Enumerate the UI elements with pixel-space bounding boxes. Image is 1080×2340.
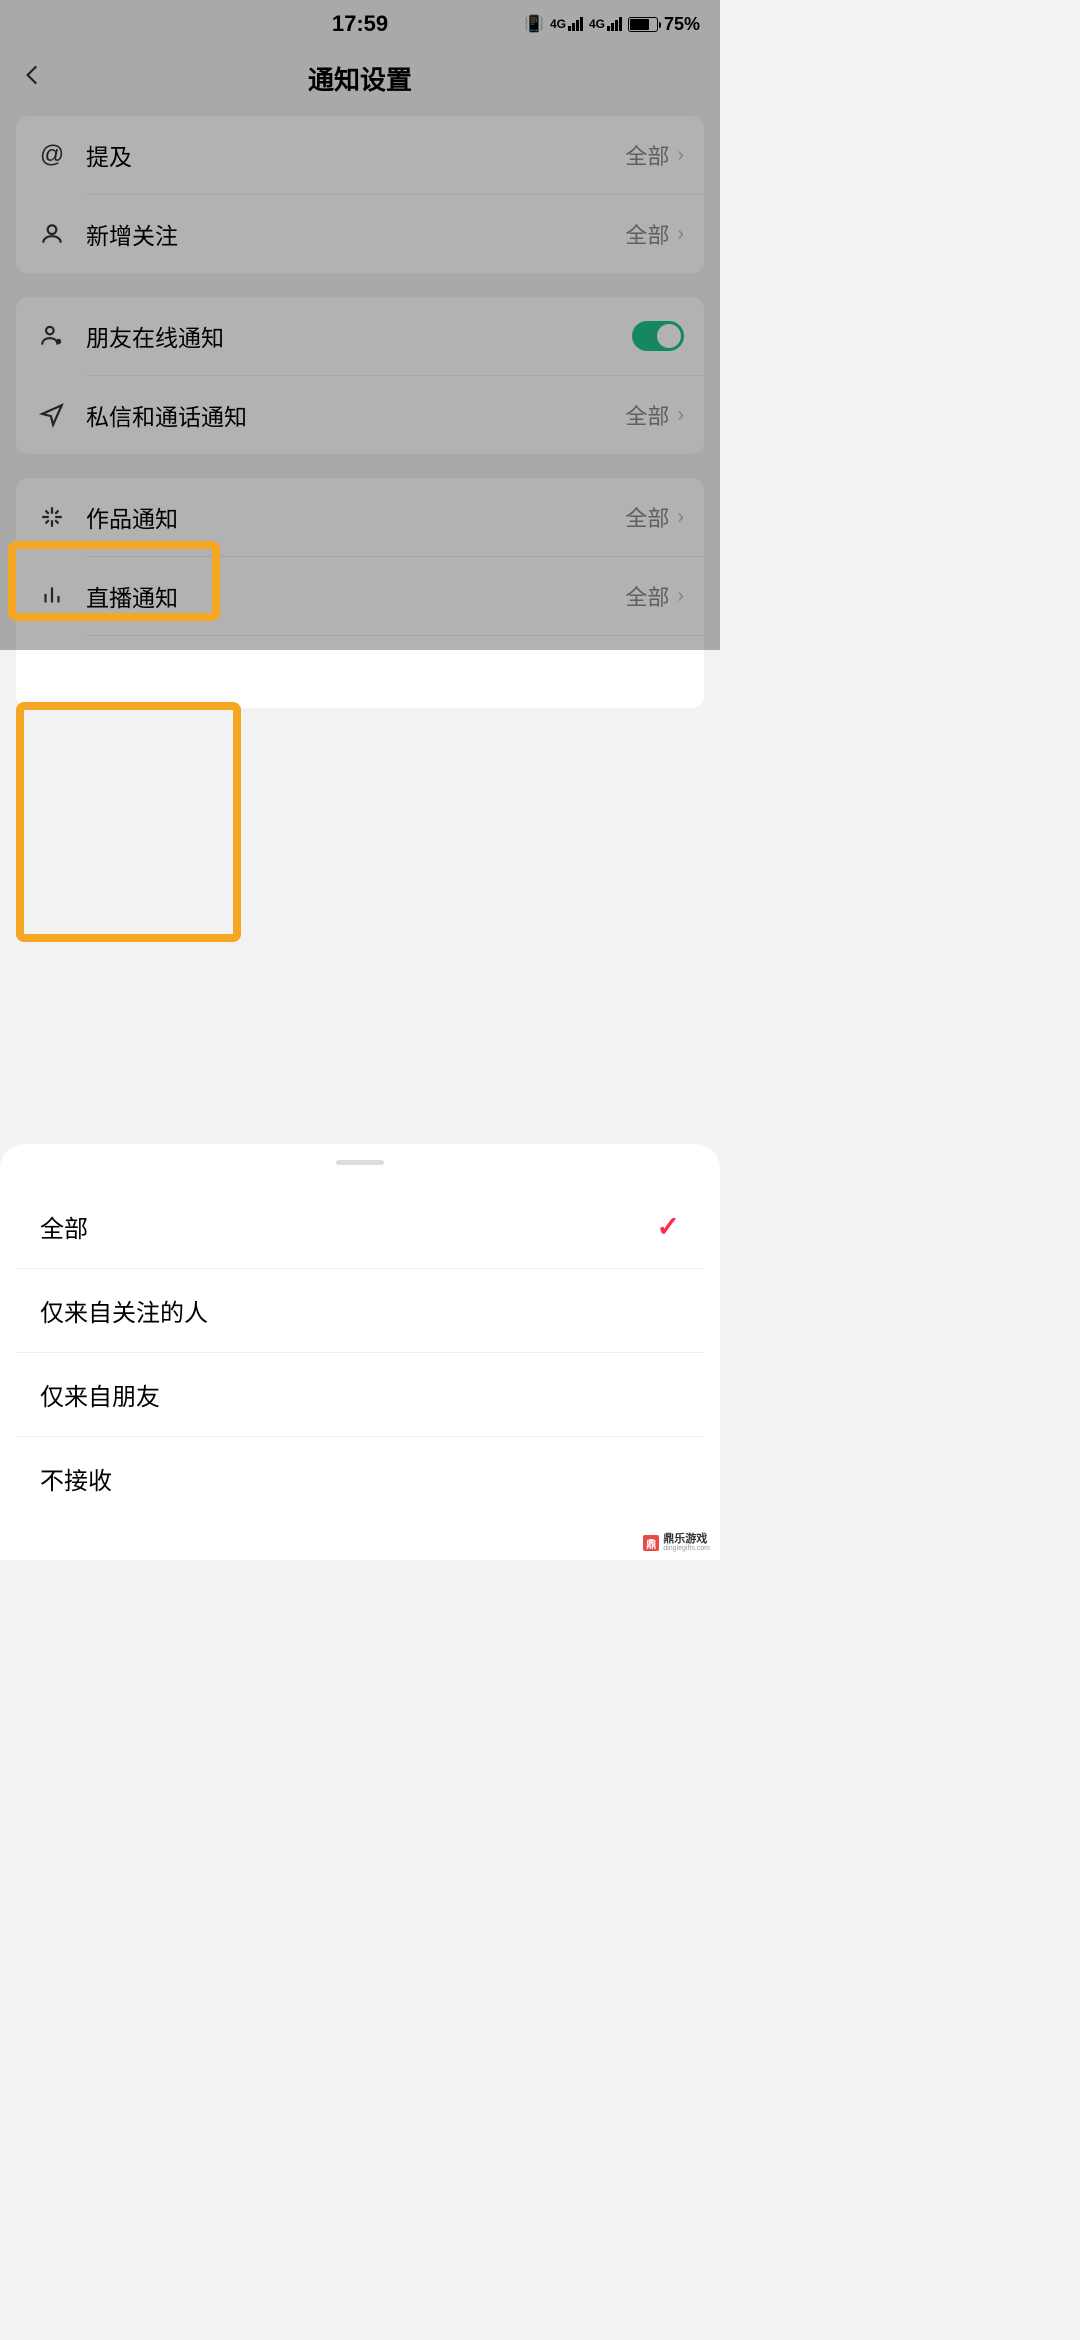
drag-handle[interactable] <box>336 1160 384 1165</box>
back-button[interactable] <box>20 62 46 95</box>
signal-1: 4G <box>550 17 583 31</box>
toggle-friend-online[interactable] <box>632 321 684 351</box>
page-title: 通知设置 <box>20 60 700 97</box>
settings-card-social: 朋友在线通知 私信和通话通知 全部 › <box>16 297 704 454</box>
row-label: 直播通知 <box>86 579 625 613</box>
row-label: 私信和通话通知 <box>86 398 625 432</box>
row-friend-online[interactable]: 朋友在线通知 <box>16 297 704 375</box>
option-none[interactable]: 不接收 <box>16 1437 704 1520</box>
signal-bars-icon <box>568 17 583 31</box>
row-value: 全部 <box>625 580 669 612</box>
chevron-right-icon: › <box>677 506 684 529</box>
option-all[interactable]: 全部 ✓ <box>16 1185 704 1268</box>
row-value: 全部 <box>625 501 669 533</box>
row-value: 全部 <box>625 139 669 171</box>
option-label: 仅来自朋友 <box>40 1377 680 1412</box>
row-value: 全部 <box>625 399 669 431</box>
settings-card-interactions: @ 提及 全部 › 新增关注 全部 › <box>16 116 704 273</box>
status-bar: 17:59 📳 4G 4G 75% <box>0 0 720 48</box>
watermark-url: dinglegifts.com <box>663 1545 710 1552</box>
row-dm-call[interactable]: 私信和通话通知 全部 › <box>16 376 704 454</box>
vibrate-icon: 📳 <box>524 14 544 34</box>
check-icon: ✓ <box>657 1210 680 1243</box>
chevron-right-icon: › <box>677 404 684 427</box>
watermark-name: 鼎乐游戏 <box>663 1534 710 1545</box>
settings-card-content: 作品通知 全部 › 直播通知 全部 › <box>16 478 704 708</box>
option-friends[interactable]: 仅来自朋友 <box>16 1353 704 1436</box>
signal-bars-icon <box>607 17 622 31</box>
option-label: 全部 <box>40 1209 657 1244</box>
watermark-logo-icon: 鼎 <box>643 1535 659 1551</box>
row-works[interactable]: 作品通知 全部 › <box>16 478 704 556</box>
row-live[interactable]: 直播通知 全部 › <box>16 557 704 635</box>
signal-2: 4G <box>589 17 622 31</box>
annotation-highlight-options <box>16 702 241 942</box>
person-icon <box>36 221 68 247</box>
option-followed[interactable]: 仅来自关注的人 <box>16 1269 704 1352</box>
watermark: 鼎 鼎乐游戏 dinglegifts.com <box>639 1532 714 1554</box>
row-label: 新增关注 <box>86 217 625 251</box>
row-label: 朋友在线通知 <box>86 319 632 353</box>
page-header: 通知设置 <box>0 48 720 108</box>
battery-percent: 75% <box>664 14 700 35</box>
person-dot-icon <box>36 323 68 349</box>
chevron-left-icon <box>20 62 46 88</box>
row-value: 全部 <box>625 218 669 250</box>
status-time: 17:59 <box>247 11 474 37</box>
options-list: 全部 ✓ 仅来自关注的人 仅来自朋友 不接收 <box>16 1185 704 1520</box>
row-new-follower[interactable]: 新增关注 全部 › <box>16 195 704 273</box>
option-label: 仅来自关注的人 <box>40 1293 680 1328</box>
row-partial[interactable] <box>16 636 704 708</box>
chevron-right-icon: › <box>677 585 684 608</box>
row-mention[interactable]: @ 提及 全部 › <box>16 116 704 194</box>
chevron-right-icon: › <box>677 144 684 167</box>
row-label: 作品通知 <box>86 500 625 534</box>
options-bottom-sheet: 全部 ✓ 仅来自关注的人 仅来自朋友 不接收 <box>0 1144 720 1560</box>
sparkle-icon <box>36 504 68 530</box>
option-label: 不接收 <box>40 1461 680 1496</box>
chevron-right-icon: › <box>677 223 684 246</box>
battery-icon <box>628 17 658 32</box>
status-right: 📳 4G 4G 75% <box>473 14 700 35</box>
at-icon: @ <box>36 141 68 169</box>
row-label: 提及 <box>86 138 625 172</box>
live-bars-icon <box>36 583 68 609</box>
send-icon <box>36 402 68 428</box>
